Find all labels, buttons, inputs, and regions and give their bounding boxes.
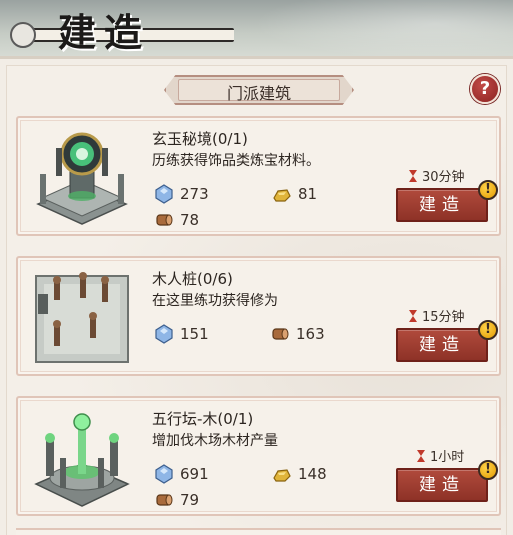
build-time-value: 30分钟: [422, 170, 465, 185]
building-name: 五行坛-木(0/1): [152, 410, 254, 428]
help-button[interactable]: ?: [470, 74, 500, 104]
build-time-value: 15分钟: [422, 310, 465, 325]
resource-value: 163: [296, 325, 325, 343]
shrine-building-icon: [36, 132, 128, 225]
hourglass-icon: [417, 449, 425, 462]
jade-crystal-icon: [155, 464, 173, 484]
building-card-xuanyu: 玄玉秘境(0/1) 历练获得饰品类炼宝材料。 273 81 78 30分钟 建造…: [16, 116, 501, 236]
training-yard-icon: [35, 272, 129, 363]
resource-gold: 81: [272, 184, 317, 204]
building-card-wuxing-altar: 五行坛-木(0/1) 增加伐木场木材产量 691 148 79 1小时 建造 !: [16, 396, 501, 516]
building-description: 在这里练功获得修为: [152, 293, 278, 309]
resource-jade: 151: [154, 324, 209, 344]
gold-ingot-icon: [273, 469, 291, 482]
altar-building-icon: [34, 413, 130, 507]
wood-log-icon: [156, 494, 173, 506]
resource-value: 79: [180, 491, 200, 509]
building-name: 木人桩(0/6): [152, 270, 233, 288]
next-card-edge: [16, 528, 501, 535]
resource-gold: 148: [272, 464, 327, 484]
resource-jade: 691: [154, 464, 209, 484]
resource-wood: 79: [154, 490, 199, 510]
jade-crystal-icon: [155, 324, 173, 344]
build-button[interactable]: 建造: [396, 328, 488, 362]
resource-value: 78: [180, 211, 200, 229]
building-description: 历练获得饰品类炼宝材料。: [152, 153, 320, 169]
resource-value: 148: [298, 465, 327, 483]
gold-ingot-icon: [273, 189, 291, 202]
building-name: 玄玉秘境(0/1): [152, 130, 248, 148]
resource-wood: 163: [270, 324, 325, 344]
page-title: 建造: [58, 10, 151, 55]
resource-value: 273: [180, 185, 209, 203]
resource-wood: 78: [154, 210, 199, 230]
alert-icon: !: [478, 320, 498, 340]
build-button[interactable]: 建造: [396, 188, 488, 222]
alert-icon: !: [478, 460, 498, 480]
build-time: 1小时: [416, 446, 464, 465]
hourglass-icon: [409, 309, 417, 322]
building-card-wooden-dummy: 木人桩(0/6) 在这里练功获得修为 151 163 15分钟 建造 !: [16, 256, 501, 376]
alert-icon: !: [478, 180, 498, 200]
build-time-value: 1小时: [430, 450, 465, 465]
section-title: 门派建筑: [226, 84, 291, 103]
building-description: 增加伐木场木材产量: [152, 433, 278, 449]
wood-log-icon: [156, 214, 173, 226]
resource-value: 81: [298, 185, 318, 203]
section-header: 门派建筑: [164, 75, 354, 105]
resource-value: 691: [180, 465, 209, 483]
resource-jade: 273: [154, 184, 209, 204]
title-ornament-icon: [10, 22, 36, 48]
jade-crystal-icon: [155, 184, 173, 204]
build-button[interactable]: 建造: [396, 468, 488, 502]
hourglass-icon: [409, 169, 417, 182]
build-time: 30分钟: [408, 166, 465, 185]
build-time: 15分钟: [408, 306, 465, 325]
wood-log-icon: [272, 328, 289, 340]
resource-value: 151: [180, 325, 209, 343]
